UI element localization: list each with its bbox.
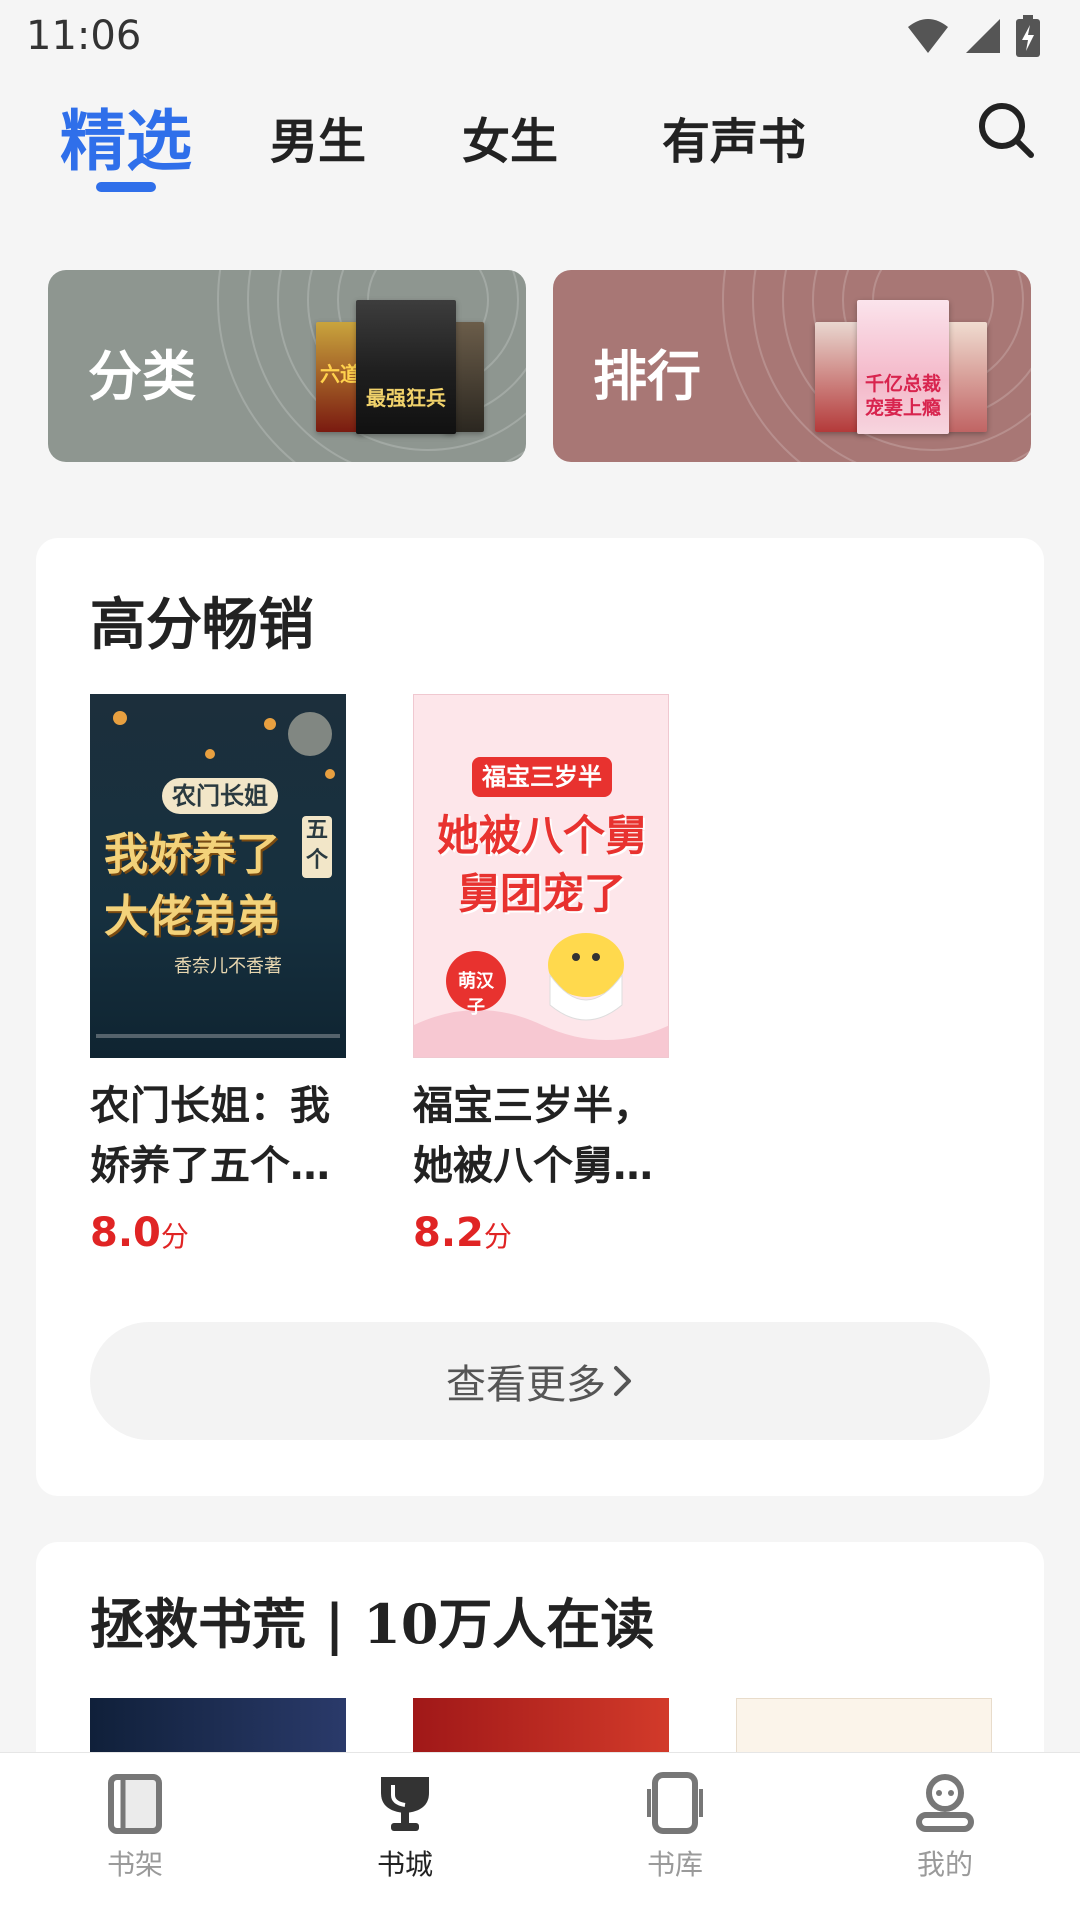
mini-book-cover (815, 322, 861, 432)
status-time: 11:06 (26, 13, 142, 59)
nav-library[interactable]: 书库 (600, 1771, 750, 1901)
signal-icon (966, 19, 1000, 53)
category-label: 分类 (88, 345, 196, 408)
score-value: 8.0 (90, 1210, 161, 1256)
book-score: 8.2分 (413, 1210, 669, 1256)
top-tabs: 精选 男生 女生 有声书 (0, 80, 1080, 200)
profile-icon (916, 1774, 974, 1832)
high-score-section: 高分畅销 农门长姐 我娇养了大佬弟弟 五个 香奈儿不香著 农门长姐：我娇养了五个… (36, 538, 1044, 1496)
mini-cover-text: 六道 (320, 362, 360, 386)
cover-tag-text: 农门长姐 (172, 782, 268, 810)
book-cover[interactable] (413, 1698, 669, 1758)
mini-book-cover (945, 322, 987, 432)
mini-book-cover: 最强狂兵 (356, 300, 456, 434)
ranking-card[interactable]: 排行 千亿总裁宠妻上瘾 (553, 270, 1031, 462)
battery-icon (1016, 15, 1040, 57)
book-title[interactable]: 福宝三岁半，她被八个舅… (413, 1076, 669, 1196)
chevron-right-icon (614, 1366, 631, 1396)
cover-main-title: 她被八个舅舅团宠了 (424, 807, 660, 923)
section-title: 拯救书荒 | 10万人在读 (90, 1592, 655, 1656)
mini-book-cover: 千亿总裁宠妻上瘾 (857, 300, 949, 434)
cover-main-text: 我娇养了大佬弟弟 (104, 829, 280, 942)
nav-profile[interactable]: 我的 (870, 1771, 1020, 1901)
cover-main-text: 她被八个舅舅团宠了 (436, 811, 647, 918)
book-item[interactable]: 福宝三岁半 她被八个舅舅团宠了 萌汉子 福宝三岁半，她被八个舅… 8.2分 (413, 694, 669, 1256)
cover-side-tag: 五个 (302, 816, 332, 878)
score-value: 8.2 (413, 1210, 484, 1256)
search-icon[interactable] (976, 100, 1036, 160)
nav-bookshelf[interactable]: 书架 (60, 1771, 210, 1901)
mini-cover-text: 千亿总裁宠妻上瘾 (864, 373, 941, 419)
tab-audiobook[interactable]: 有声书 (662, 102, 806, 172)
book-score: 8.0分 (90, 1210, 346, 1256)
ranking-label: 排行 (593, 345, 701, 408)
nav-label: 书架 (106, 1848, 163, 1881)
category-card[interactable]: 分类 六道 最强狂兵 (48, 270, 526, 462)
mini-cover-text: 最强狂兵 (366, 386, 446, 410)
status-bar: 11:06 (0, 0, 1080, 72)
book-cover[interactable] (736, 1698, 992, 1758)
wifi-icon (908, 19, 948, 53)
bottom-nav: 书架 书城 书库 我的 (0, 1752, 1080, 1920)
bookshelf-icon (108, 1774, 162, 1834)
cover-tag: 农门长姐 (162, 778, 278, 814)
category-row: 分类 六道 最强狂兵 排行 千亿总裁宠妻上瘾 (0, 220, 1080, 492)
trophy-icon (381, 1777, 429, 1831)
tablet-icon (647, 1772, 703, 1834)
cover-tag: 福宝三岁半 (472, 757, 612, 797)
cover-main-title: 我娇养了大佬弟弟 (104, 824, 314, 948)
status-icons (906, 15, 1040, 57)
book-item[interactable]: 农门长姐 我娇养了大佬弟弟 五个 香奈儿不香著 农门长姐：我娇养了五个… 8.0… (90, 694, 346, 1256)
nav-label: 书库 (646, 1848, 703, 1881)
nav-label: 书城 (376, 1848, 433, 1881)
score-unit: 分 (483, 1220, 512, 1253)
cover-side-text: 五个 (305, 818, 328, 873)
book-cover[interactable]: 农门长姐 我娇养了大佬弟弟 五个 香奈儿不香著 (90, 694, 346, 1058)
book-title[interactable]: 农门长姐：我娇养了五个… (90, 1076, 346, 1196)
book-cover[interactable] (90, 1698, 346, 1758)
tab-active-indicator (96, 182, 156, 192)
view-more-button[interactable]: 查看更多 (90, 1322, 990, 1440)
nav-bookstore[interactable]: 书城 (330, 1771, 480, 1901)
cover-author: 萌汉子 (450, 967, 502, 1019)
nav-label: 我的 (916, 1848, 973, 1881)
cover-author-text: 萌汉子 (458, 971, 494, 1018)
view-more-label: 查看更多 (446, 1362, 606, 1408)
score-unit: 分 (160, 1220, 189, 1253)
tab-male[interactable]: 男生 (270, 102, 366, 172)
cover-author-text: 香奈儿不香著 (174, 956, 282, 977)
cover-author: 香奈儿不香著 (174, 952, 282, 978)
section-title: 高分畅销 (90, 592, 314, 658)
cover-tag-text: 福宝三岁半 (482, 763, 602, 791)
tab-jingxuan[interactable]: 精选 (60, 88, 192, 184)
tab-female[interactable]: 女生 (462, 102, 558, 172)
book-cover[interactable]: 福宝三岁半 她被八个舅舅团宠了 萌汉子 (413, 694, 669, 1058)
